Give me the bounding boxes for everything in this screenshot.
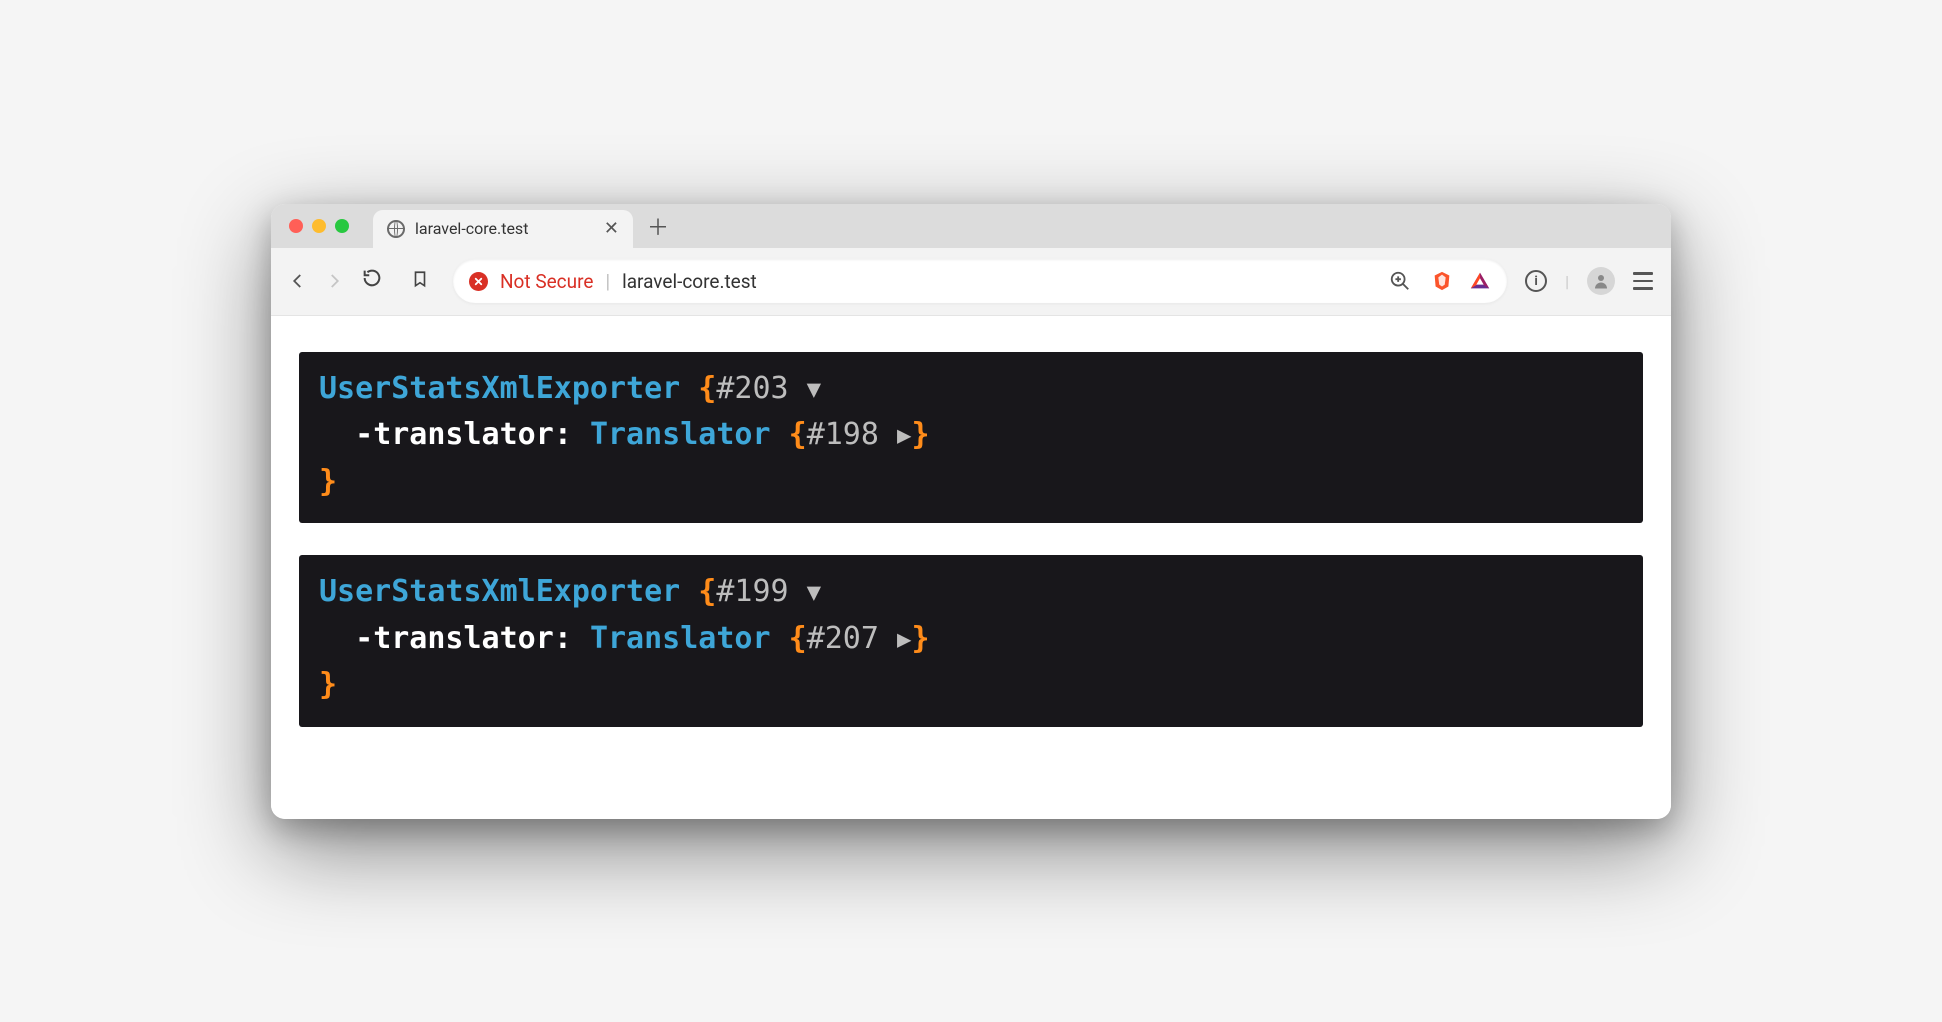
bat-rewards-icon[interactable] bbox=[1469, 270, 1491, 292]
open-brace: { bbox=[789, 621, 807, 656]
dump-class-name[interactable]: UserStatsXmlExporter bbox=[319, 371, 680, 406]
toolbar-right-controls: i | bbox=[1525, 267, 1653, 295]
visibility-modifier: - bbox=[355, 621, 373, 656]
menu-button[interactable] bbox=[1633, 272, 1653, 290]
expand-toggle-icon[interactable]: ▶ bbox=[897, 421, 911, 449]
bookmark-button[interactable] bbox=[411, 268, 429, 295]
profile-button[interactable] bbox=[1587, 267, 1615, 295]
var-dump-block: UserStatsXmlExporter {#203 ▼ -translator… bbox=[299, 352, 1643, 524]
object-id: #207 bbox=[807, 621, 879, 656]
brave-shields-icon[interactable] bbox=[1431, 270, 1453, 292]
close-brace: } bbox=[911, 417, 929, 452]
forward-button[interactable] bbox=[325, 272, 343, 290]
address-url: laravel-core.test bbox=[622, 270, 757, 293]
tab-bar: laravel-core.test ✕ ＋ bbox=[271, 204, 1671, 248]
property-name: translator bbox=[373, 621, 554, 656]
browser-tab[interactable]: laravel-core.test ✕ bbox=[373, 210, 633, 248]
browser-window: laravel-core.test ✕ ＋ Not Secure | larav… bbox=[271, 204, 1671, 819]
maximize-window-button[interactable] bbox=[335, 219, 349, 233]
reload-button[interactable] bbox=[361, 267, 383, 295]
property-type[interactable]: Translator bbox=[590, 417, 771, 452]
address-bar[interactable]: Not Secure | laravel-core.test bbox=[453, 259, 1507, 303]
tab-title: laravel-core.test bbox=[415, 219, 528, 238]
address-separator: | bbox=[605, 270, 610, 293]
zoom-button[interactable] bbox=[1389, 270, 1411, 292]
close-brace: } bbox=[319, 667, 337, 702]
dump-class-name[interactable]: UserStatsXmlExporter bbox=[319, 574, 680, 609]
new-tab-button[interactable]: ＋ bbox=[647, 210, 669, 242]
window-controls bbox=[289, 219, 349, 233]
close-window-button[interactable] bbox=[289, 219, 303, 233]
object-id: #198 bbox=[807, 417, 879, 452]
object-id: #203 bbox=[716, 371, 788, 406]
visibility-modifier: - bbox=[355, 417, 373, 452]
toolbar-separator: | bbox=[1565, 272, 1569, 291]
expand-toggle-icon[interactable]: ▶ bbox=[897, 625, 911, 653]
open-brace: { bbox=[789, 417, 807, 452]
object-id: #199 bbox=[716, 574, 788, 609]
globe-icon bbox=[387, 220, 405, 238]
minimize-window-button[interactable] bbox=[312, 219, 326, 233]
property-type[interactable]: Translator bbox=[590, 621, 771, 656]
site-info-button[interactable]: i bbox=[1525, 270, 1547, 292]
collapse-toggle-icon[interactable]: ▼ bbox=[807, 375, 821, 403]
collapse-toggle-icon[interactable]: ▼ bbox=[807, 578, 821, 606]
page-content: UserStatsXmlExporter {#203 ▼ -translator… bbox=[271, 316, 1671, 819]
not-secure-icon bbox=[469, 272, 488, 291]
close-tab-button[interactable]: ✕ bbox=[604, 218, 619, 239]
back-button[interactable] bbox=[289, 272, 307, 290]
open-brace: { bbox=[698, 574, 716, 609]
close-brace: } bbox=[319, 464, 337, 499]
open-brace: { bbox=[698, 371, 716, 406]
var-dump-block: UserStatsXmlExporter {#199 ▼ -translator… bbox=[299, 555, 1643, 727]
property-name: translator bbox=[373, 417, 554, 452]
close-brace: } bbox=[911, 621, 929, 656]
browser-toolbar: Not Secure | laravel-core.test i | bbox=[271, 248, 1671, 316]
not-secure-label: Not Secure bbox=[500, 270, 593, 293]
